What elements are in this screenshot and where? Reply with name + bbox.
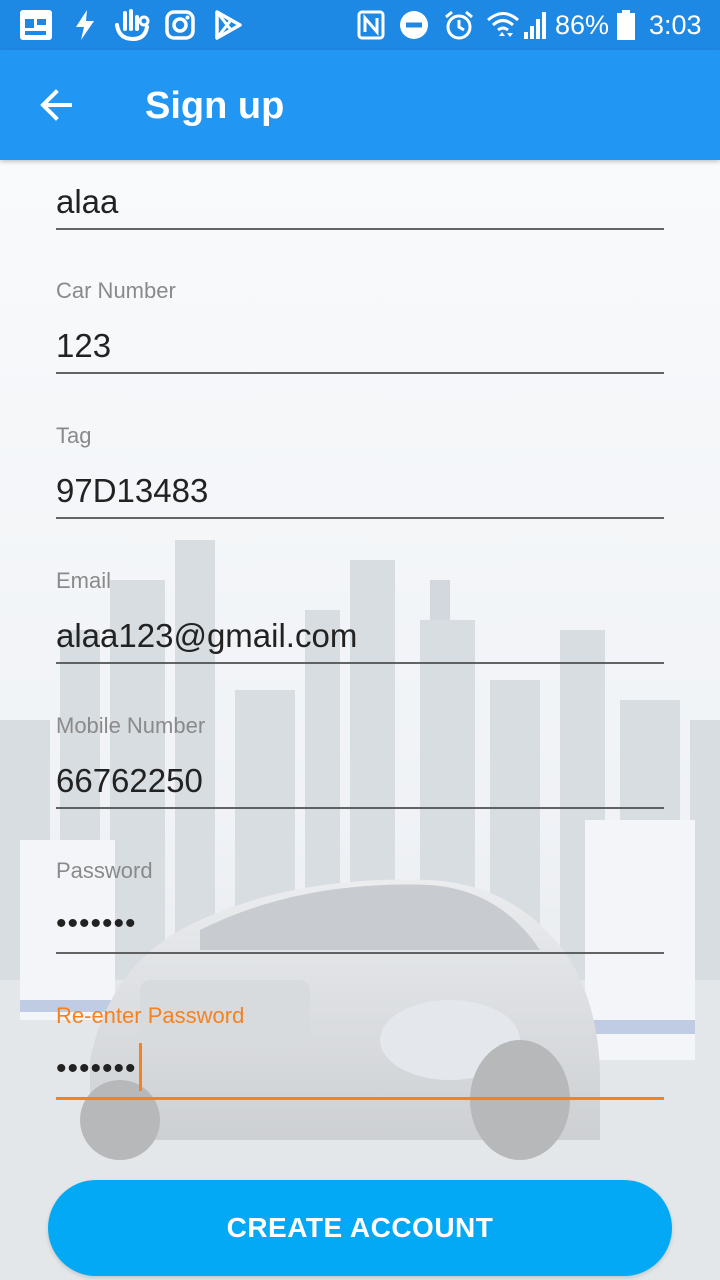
battery-icon <box>614 9 638 41</box>
car-number-input[interactable]: 123 <box>56 326 111 366</box>
text-cursor <box>138 1043 142 1092</box>
mobile-input[interactable]: 66762250 <box>56 761 203 801</box>
password-label: Password <box>56 858 153 883</box>
app-bar: Sign up <box>0 50 720 160</box>
car-number-label: Car Number <box>56 278 176 303</box>
status-bar: 86% 3:03 <box>0 0 720 50</box>
name-field[interactable]: alaa <box>56 180 664 232</box>
email-underline <box>56 662 664 664</box>
name-input[interactable]: alaa <box>56 182 118 222</box>
reenter-password-value: ••••••• <box>56 1052 137 1085</box>
wifi-icon <box>486 9 520 41</box>
tag-field[interactable]: Tag 97D13483 <box>56 423 664 523</box>
create-account-button[interactable]: CREATE ACCOUNT <box>48 1180 672 1276</box>
email-input[interactable]: alaa123@gmail.com <box>56 616 357 656</box>
reenter-password-underline <box>56 1097 664 1100</box>
signal-icon <box>522 9 550 41</box>
back-button[interactable] <box>24 73 88 137</box>
tag-label: Tag <box>56 423 92 448</box>
instagram-icon <box>164 9 196 41</box>
reenter-password-field[interactable]: Re-enter Password ••••••• <box>56 1003 664 1103</box>
reenter-password-label: Re-enter Password <box>56 1003 245 1028</box>
touch-icon <box>112 9 152 41</box>
name-underline <box>56 228 664 230</box>
nfc-icon <box>356 9 386 41</box>
clock: 3:03 <box>649 10 702 40</box>
password-underline <box>56 952 664 954</box>
page-title: Sign up <box>145 85 285 127</box>
password-field[interactable]: Password ••••••• <box>56 858 664 958</box>
bolt-icon <box>72 9 98 41</box>
play-store-icon <box>212 9 244 41</box>
mobile-field[interactable]: Mobile Number 66762250 <box>56 713 664 813</box>
arrow-back-icon <box>40 89 72 121</box>
dnd-icon <box>398 9 430 41</box>
mobile-underline <box>56 807 664 809</box>
alarm-icon <box>442 9 476 41</box>
battery-percent: 86% <box>555 10 610 40</box>
email-label: Email <box>56 568 112 593</box>
password-input[interactable]: ••••••• <box>56 904 137 944</box>
mobile-label: Mobile Number <box>56 713 206 738</box>
signup-form: alaa Car Number 123 Tag 97D13483 Email a… <box>0 160 720 1280</box>
email-field[interactable]: Email alaa123@gmail.com <box>56 568 664 668</box>
tag-underline <box>56 517 664 519</box>
tag-input[interactable]: 97D13483 <box>56 471 208 511</box>
car-number-underline <box>56 372 664 374</box>
car-number-field[interactable]: Car Number 123 <box>56 278 664 378</box>
reenter-password-input[interactable]: ••••••• <box>56 1043 142 1092</box>
screen-icon <box>18 9 54 41</box>
